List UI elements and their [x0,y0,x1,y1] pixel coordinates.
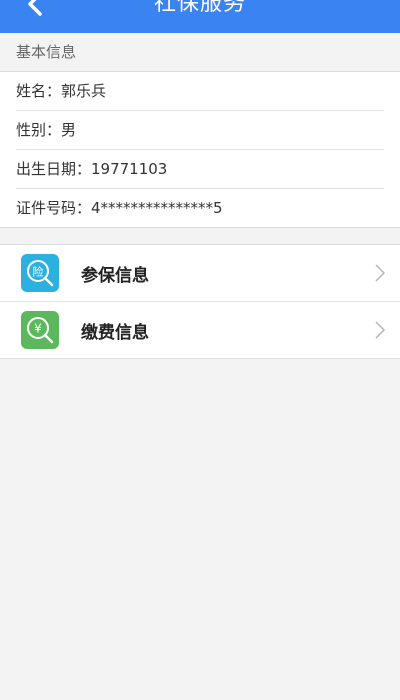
menu-list: 险 参保信息 ¥ 缴费信息 [0,244,400,359]
app-header: 社保服务 [0,0,400,33]
menu-item-payment-info[interactable]: ¥ 缴费信息 [0,301,400,358]
page-title: 社保服务 [153,0,246,16]
insurance-search-icon: 险 [21,254,59,292]
insurance-icon-glyph: 险 [33,265,44,279]
menu-item-insurance-info[interactable]: 险 参保信息 [0,245,400,301]
info-id-number: 证件号码：4***************5 [16,199,223,217]
section-gap [0,228,400,244]
info-gender: 性别：男 [16,111,384,150]
info-birthdate: 出生日期：19771103 [16,150,384,189]
section-title: 基本信息 [0,33,400,71]
payment-icon-glyph: ¥ [34,322,42,336]
chevron-right-icon [375,321,386,339]
basic-info-list: 姓名：郭乐兵 性别：男 出生日期：19771103 证件号码：4********… [0,71,400,228]
chevron-right-icon [375,264,386,282]
payment-search-icon: ¥ [21,311,59,349]
menu-label-insurance: 参保信息 [81,265,149,286]
menu-label-payment: 缴费信息 [81,322,149,343]
info-name: 姓名：郭乐兵 [16,72,384,111]
